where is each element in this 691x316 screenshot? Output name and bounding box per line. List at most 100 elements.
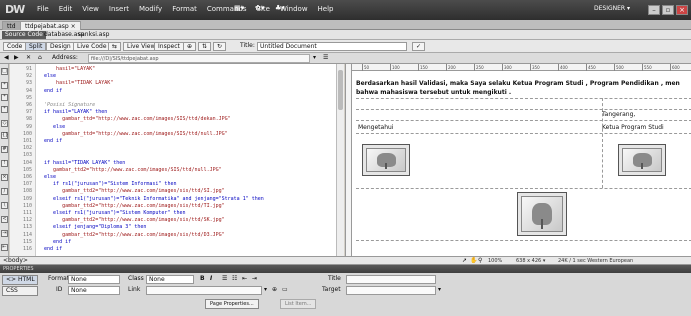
- signature-image-center[interactable]: [517, 192, 567, 236]
- wrap-tag-icon[interactable]: <: [1, 216, 8, 223]
- code-line[interactable]: elseif rs1("jurusan")="Teknik Informatik…: [38, 196, 264, 202]
- indent-text-icon[interactable]: ⇥: [252, 275, 257, 283]
- code-line[interactable]: if hasil="LAYAK" then: [38, 109, 107, 115]
- remove-comment-icon[interactable]: \: [1, 202, 8, 209]
- home-icon[interactable]: ⌂: [38, 54, 42, 62]
- check-browser-icon[interactable]: ⇆: [108, 42, 122, 51]
- code-line[interactable]: hasil="TIDAK LAYAK": [38, 80, 113, 86]
- outdent-text-icon[interactable]: ⇤: [242, 275, 247, 283]
- tab-dir[interactable]: ttd: [2, 21, 21, 30]
- code-line[interactable]: gambar_ttd2="http://www.zac.com/images/s…: [38, 188, 225, 194]
- open-documents-icon[interactable]: □: [1, 68, 8, 75]
- code-line[interactable]: elseif jenjang="Diploma 3" then: [38, 224, 146, 230]
- signature-image-dekan[interactable]: [362, 144, 410, 176]
- code-view-button[interactable]: Code: [3, 42, 27, 51]
- menu-format[interactable]: Format: [167, 5, 202, 13]
- title-prop-input[interactable]: [346, 275, 436, 284]
- list-item-button[interactable]: List Item...: [280, 299, 317, 309]
- page-properties-button[interactable]: Page Properties...: [205, 299, 259, 309]
- stop-icon[interactable]: ✕: [26, 54, 31, 62]
- link-dropdown-icon[interactable]: ▾: [264, 286, 267, 294]
- live-code-button[interactable]: Live Code: [73, 42, 111, 51]
- apply-comment-icon[interactable]: /: [1, 188, 8, 195]
- code-line[interactable]: gambar_ttd2="http://www.zac.com/images/S…: [38, 167, 222, 173]
- preview-icon[interactable]: ⊕: [183, 42, 197, 51]
- zoom-tool-icon[interactable]: ⚲: [478, 257, 482, 265]
- menu-file[interactable]: File: [32, 5, 54, 13]
- menu-insert[interactable]: Insert: [104, 5, 134, 13]
- file-management-icon[interactable]: ⇅: [198, 42, 212, 51]
- layout-icon[interactable]: ▦▾: [234, 4, 244, 12]
- code-line[interactable]: gambar_ttd="http://www.zac.com/images/SI…: [38, 131, 228, 137]
- select-parent-tag-icon[interactable]: ◇: [1, 120, 8, 127]
- refresh-icon[interactable]: ↻: [213, 42, 227, 51]
- code-line[interactable]: if hasil="TIDAK LAYAK" then: [38, 160, 125, 166]
- restore-button[interactable]: ▫: [662, 5, 674, 15]
- menu-edit[interactable]: Edit: [54, 5, 78, 13]
- highlight-invalid-icon[interactable]: !: [1, 160, 8, 167]
- view-options-icon[interactable]: ☰: [323, 54, 328, 62]
- code-line[interactable]: elseif rs1("jurusan")="Sistem Komputer" …: [38, 210, 185, 216]
- unordered-list-icon[interactable]: ☰: [222, 275, 227, 283]
- close-tab-icon[interactable]: ×: [71, 23, 76, 30]
- bold-button[interactable]: B: [200, 275, 205, 282]
- code-line[interactable]: hasil="LAYAK": [38, 66, 95, 72]
- site-icon[interactable]: ♣▾: [275, 4, 285, 12]
- target-dropdown-icon[interactable]: ▾: [438, 286, 441, 294]
- menu-view[interactable]: View: [77, 5, 104, 13]
- minimize-button[interactable]: –: [648, 5, 660, 15]
- hand-tool-icon[interactable]: ✋: [470, 257, 477, 265]
- design-view[interactable]: 50 100 150 200 250 300 350 400 450 500 550 600 Berd…: [345, 64, 691, 256]
- zoom-level[interactable]: 100%: [488, 257, 502, 265]
- collapse-selection-icon[interactable]: *: [1, 94, 8, 101]
- address-input[interactable]: [88, 54, 310, 63]
- format-select[interactable]: None: [68, 275, 120, 284]
- collapse-tag-icon[interactable]: *: [1, 82, 8, 89]
- menu-help[interactable]: Help: [313, 5, 339, 13]
- window-size[interactable]: 638 x 426 ▾: [516, 257, 545, 265]
- outdent-icon[interactable]: ⇤: [1, 244, 8, 251]
- code-line[interactable]: 'Posisi Signature: [38, 102, 95, 108]
- code-line[interactable]: else: [38, 73, 56, 79]
- code-line[interactable]: gambar_ttd2="http://www.zac.com/images/s…: [38, 232, 225, 238]
- signature-image-kaprodi[interactable]: [618, 144, 666, 176]
- document-title-input[interactable]: Untitled Document: [257, 42, 407, 51]
- design-view-button[interactable]: Design: [46, 42, 75, 51]
- select-tool-icon[interactable]: ➚: [462, 257, 467, 265]
- point-to-file-icon[interactable]: ⊕: [272, 286, 277, 294]
- code-line[interactable]: else: [38, 174, 56, 180]
- extend-icon[interactable]: ✿▾: [255, 4, 264, 12]
- forward-icon[interactable]: ▶: [14, 54, 19, 62]
- split-view-button[interactable]: Split: [25, 42, 47, 51]
- code-line[interactable]: gambar_ttd="http://www.zac.com/images/SI…: [38, 116, 231, 122]
- inspect-button[interactable]: Inspect: [154, 42, 184, 51]
- balance-braces-icon[interactable]: {}: [1, 132, 8, 139]
- tag-selector[interactable]: <body>: [3, 257, 28, 265]
- close-button[interactable]: ×: [676, 5, 688, 15]
- ordered-list-icon[interactable]: ☷: [232, 275, 237, 283]
- class-select[interactable]: None: [146, 275, 194, 284]
- code-line[interactable]: end if: [38, 239, 71, 245]
- code-line[interactable]: if rs1("jurusan")="Sistem Informasi" the…: [38, 181, 176, 187]
- target-select[interactable]: [346, 286, 436, 295]
- expand-all-icon[interactable]: *: [1, 106, 8, 113]
- css-mode-button[interactable]: CSS: [2, 286, 38, 296]
- scroll-thumb[interactable]: [338, 70, 343, 110]
- menu-modify[interactable]: Modify: [134, 5, 167, 13]
- back-icon[interactable]: ◀: [4, 54, 9, 62]
- html-mode-button[interactable]: <> HTML: [2, 275, 38, 285]
- line-numbers-icon[interactable]: #: [1, 146, 8, 153]
- italic-button[interactable]: I: [210, 275, 212, 282]
- code-line[interactable]: end if: [38, 88, 62, 94]
- syntax-error-icon[interactable]: ×: [1, 174, 8, 181]
- tab-ttdpejabat[interactable]: ttdpejabat.asp ×: [20, 21, 81, 30]
- source-code-button[interactable]: Source Code: [2, 31, 46, 39]
- workspace-switcher[interactable]: DESIGNER ▾: [594, 5, 630, 12]
- code-line[interactable]: end if: [38, 138, 62, 144]
- address-dropdown-icon[interactable]: ▾: [313, 54, 316, 62]
- code-scrollbar[interactable]: [336, 64, 344, 256]
- code-line[interactable]: end if: [38, 246, 62, 252]
- browse-folder-icon[interactable]: ▭: [282, 286, 288, 294]
- properties-header[interactable]: PROPERTIES: [0, 265, 691, 273]
- check-page-icon[interactable]: ✓: [412, 42, 426, 51]
